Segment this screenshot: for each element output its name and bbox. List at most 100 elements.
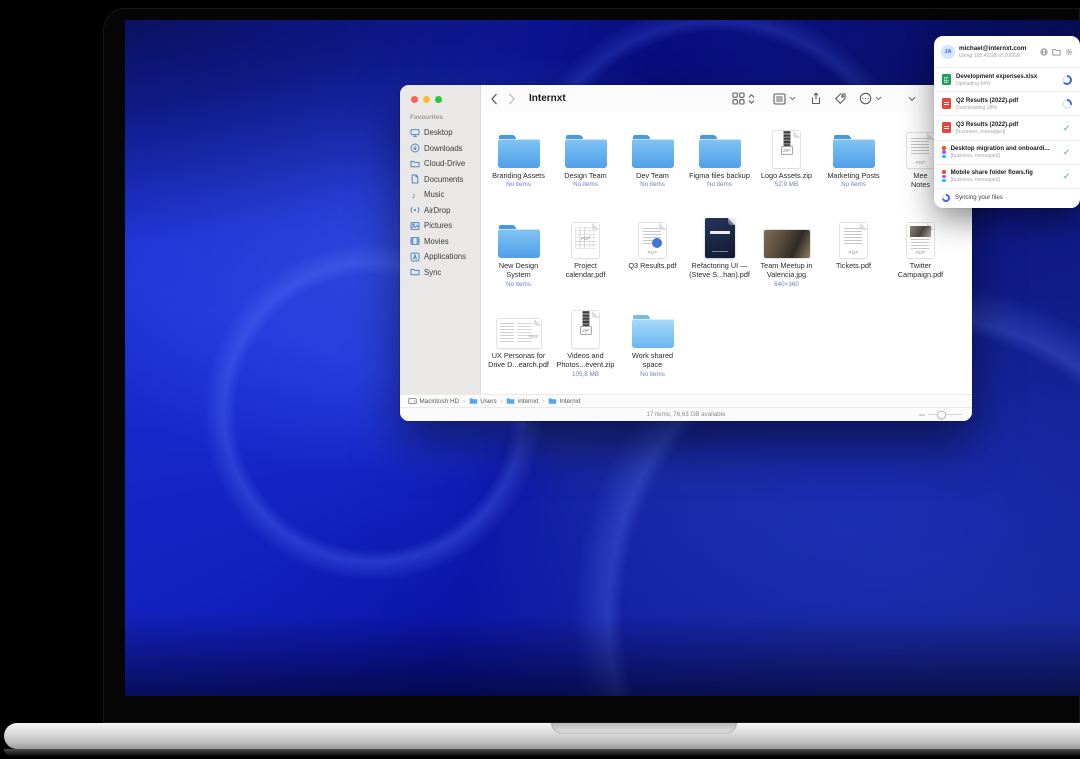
file-name: New Design System <box>488 261 550 280</box>
path-segment-label: Internxt <box>560 398 581 405</box>
finder-window: Favourites Desktop Downloads Cloud-Drive… <box>400 85 972 421</box>
file-info: 105,8 MB <box>572 371 599 378</box>
sidebar-item-pictures[interactable]: Pictures <box>404 218 477 234</box>
folder-icon <box>498 135 540 168</box>
sidebar-item-movies[interactable]: Movies <box>404 234 477 250</box>
sidebar-item-applications[interactable]: Applications <box>404 249 477 265</box>
avatar: JA <box>941 45 955 59</box>
sidebar-item-label: AirDrop <box>424 206 450 215</box>
desktop-stage: Favourites Desktop Downloads Cloud-Drive… <box>0 0 1080 759</box>
folder-icon <box>565 135 607 168</box>
path-segment[interactable]: › Internxt <box>542 397 581 407</box>
file-item[interactable]: Marketing Posts No items <box>820 122 887 212</box>
sidebar-item-downloads[interactable]: Downloads <box>404 141 477 157</box>
sidebar-item-label: Sync <box>424 268 441 277</box>
file-name: Team Meetup in Valencia.jpg <box>756 261 818 280</box>
sync-footer-label: Syncing your files <box>955 194 1003 201</box>
file-info: No items <box>640 371 665 378</box>
file-info: No items <box>640 181 665 188</box>
sidebar-item-music[interactable]: ♪ Music <box>404 187 477 203</box>
group-view-chevron-icon[interactable] <box>789 96 796 101</box>
file-name: Videos and Photos...event.zip <box>555 351 617 370</box>
group-view-icon[interactable] <box>773 93 786 105</box>
forward-chevron-icon[interactable] <box>508 93 516 105</box>
file-item[interactable]: Team Meetup in Valencia.jpg 640×360 <box>753 212 820 302</box>
sync-item-status: [business, messaged] <box>956 129 1056 135</box>
window-title: Internxt <box>529 93 566 104</box>
path-segment[interactable]: › internxt <box>500 397 539 407</box>
file-item[interactable]: Dev Team No items <box>619 122 686 212</box>
file-item[interactable]: Work shared space No items <box>619 302 686 392</box>
tag-icon[interactable] <box>834 92 847 105</box>
file-item[interactable]: Logo Assets.zip 52,9 MB <box>753 122 820 212</box>
icon-view-icon[interactable] <box>732 92 745 105</box>
zoom-button[interactable] <box>435 96 442 103</box>
back-chevron-icon[interactable] <box>490 93 498 105</box>
file-item[interactable]: Refactoring UI — (Steve S...han).pdf <box>686 212 753 302</box>
globe-icon[interactable] <box>1040 43 1048 61</box>
file-name: UX Personas for Drive D...earch.pdf <box>488 351 550 370</box>
sort-chevrons-icon[interactable] <box>748 93 755 105</box>
file-item[interactable]: Videos and Photos...event.zip 105,8 MB <box>552 302 619 392</box>
sync-item-row[interactable]: Q3 Results (2022).pdf [business, message… <box>934 115 1080 139</box>
sidebar-item-airdrop[interactable]: AirDrop <box>404 203 477 219</box>
sidebar-item-label: Pictures <box>424 221 452 230</box>
more-actions-icon[interactable] <box>859 92 872 105</box>
file-info: No items <box>573 181 598 188</box>
folder-icon <box>699 135 741 168</box>
zoom-slider-track[interactable] <box>928 414 962 416</box>
file-name: Logo Assets.zip <box>761 171 812 180</box>
minimize-button[interactable] <box>423 96 430 103</box>
share-icon[interactable] <box>810 92 822 105</box>
file-item[interactable]: Branding Assets No items <box>485 122 552 212</box>
account-email: michael@internxt.com <box>959 45 1036 52</box>
zoom-slider-knob[interactable] <box>937 410 946 419</box>
sync-item-row[interactable]: Development expenses.xlsx Uploading 64% <box>934 67 1080 91</box>
sync-item-name: Development expenses.xlsx <box>956 73 1056 80</box>
file-info: 640×360 <box>774 281 799 288</box>
file-name: Dev Team <box>636 171 669 180</box>
file-item[interactable]: New Design System No items <box>485 212 552 302</box>
pdf-photo-file-icon <box>907 223 934 258</box>
sidebar-item-documents[interactable]: Documents <box>404 172 477 188</box>
file-item[interactable]: Project calendar.pdf <box>552 212 619 302</box>
path-segment[interactable]: › Users <box>462 397 497 407</box>
folder-icon[interactable] <box>1052 43 1061 61</box>
sync-item-row[interactable]: Mobile share folder flows.fig [business,… <box>934 164 1080 188</box>
file-item[interactable]: UX Personas for Drive D...earch.pdf <box>485 302 552 392</box>
more-actions-chevron-icon[interactable] <box>875 96 882 101</box>
file-item[interactable]: Twitter Campaign.pdf <box>887 212 954 302</box>
sidebar-item-label: Music <box>424 190 444 199</box>
file-item[interactable]: Q3 Results.pdf <box>619 212 686 302</box>
file-browser-content: Branding Assets No items Design Team No … <box>481 112 972 395</box>
file-item[interactable]: Design Team No items <box>552 122 619 212</box>
traffic-lights <box>411 96 442 103</box>
account-header: JA michael@internxt.com Using 195.42GB o… <box>934 36 1080 67</box>
laptop-base-shadow <box>4 749 1080 756</box>
pdf-file-icon <box>907 133 934 168</box>
overflow-chevron-icon[interactable] <box>908 96 916 102</box>
sidebar-item-cloud-drive[interactable]: Cloud-Drive <box>404 156 477 172</box>
sync-item-row[interactable]: Desktop migration and onboardi... [busin… <box>934 140 1080 164</box>
file-name: Project calendar.pdf <box>555 261 617 280</box>
close-button[interactable] <box>411 96 418 103</box>
path-segment[interactable]: Macintosh HD <box>408 397 459 407</box>
image-thumbnail-icon <box>764 230 810 258</box>
check-icon: ✓ <box>1063 148 1070 157</box>
file-item[interactable]: Tickets.pdf <box>820 212 887 302</box>
sync-item-row[interactable]: Q2 Results (2022).pdf Downloading 28% <box>934 91 1080 115</box>
sidebar-item-sync[interactable]: Sync <box>404 265 477 281</box>
pdf-landscape-file-icon <box>497 319 541 348</box>
file-item[interactable]: Figma files backup No items <box>686 122 753 212</box>
file-name: Figma files backup <box>689 171 750 180</box>
settings-icon[interactable] <box>1065 43 1073 61</box>
zoom-slider[interactable] <box>919 414 962 416</box>
sidebar-item-desktop[interactable]: Desktop <box>404 125 477 141</box>
path-segment-label: Users <box>480 398 496 405</box>
sync-item-state <box>1061 75 1072 85</box>
file-name: Q3 Results.pdf <box>628 261 676 270</box>
status-text: 17 items, 76,63 GB available <box>646 411 725 418</box>
syncing-spinner-icon <box>942 194 950 202</box>
progress-spinner-icon <box>1062 99 1072 109</box>
sync-item-name: Mobile share folder flows.fig <box>951 169 1056 176</box>
